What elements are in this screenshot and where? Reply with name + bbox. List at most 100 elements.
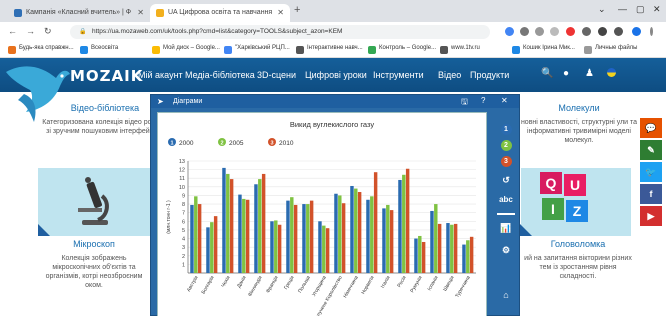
back-button[interactable]: ← bbox=[8, 26, 17, 36]
labels-toggle-button[interactable]: abc bbox=[496, 195, 516, 209]
toggle-series-1-button[interactable]: 1 bbox=[496, 123, 516, 137]
chart-type-button[interactable]: 📊 bbox=[496, 223, 516, 237]
browser-menu-icon[interactable] bbox=[650, 27, 653, 36]
y-tick-label: 2 bbox=[182, 254, 185, 260]
card-molecules[interactable]: Молекули новні властивості, структурні у… bbox=[520, 104, 638, 145]
x-tick-label: Греція bbox=[283, 275, 296, 291]
forward-button[interactable]: → bbox=[26, 26, 35, 36]
youtube-button[interactable]: ▶ bbox=[640, 206, 662, 226]
bar-2005 bbox=[354, 188, 358, 273]
star-icon[interactable] bbox=[550, 27, 559, 36]
search-icon[interactable]: 🔍 bbox=[541, 68, 553, 79]
bar-2005 bbox=[434, 204, 438, 273]
bookmark-item[interactable]: Личные файлы bbox=[584, 45, 637, 54]
bookmark-item[interactable]: Контроль – Google... bbox=[368, 45, 436, 54]
dialog-titlebar[interactable]: ➤ Діаграми 🖫 ? ✕ bbox=[151, 95, 519, 108]
reload-button[interactable]: ↻ bbox=[44, 26, 52, 37]
x-tick-label: Німеччина bbox=[342, 275, 359, 299]
x-tick-label: Італія bbox=[380, 275, 392, 290]
bookmark-item[interactable]: Інтерактивне навч... bbox=[296, 45, 363, 54]
chat-icon[interactable]: ● bbox=[563, 68, 569, 79]
translate-extension-icon[interactable] bbox=[520, 27, 529, 36]
bar-2010 bbox=[421, 241, 426, 273]
help-icon[interactable]: ? bbox=[481, 96, 485, 105]
bar-2010 bbox=[373, 172, 378, 273]
browser-tab-strip: Кампанія «Класний вчитель» | Ф ✕ UA Цифр… bbox=[0, 0, 666, 22]
profile-avatar[interactable] bbox=[632, 27, 641, 36]
close-tab-icon[interactable]: ✕ bbox=[137, 8, 144, 17]
x-tick-label: Австрія bbox=[186, 275, 200, 293]
card-puzzle[interactable]: Головоломка ий на запитання вікторини рі… bbox=[522, 240, 634, 281]
bar-chart: Викид вуглекислого газу1 2000 2 2005 3 201012… bbox=[166, 120, 476, 316]
bar-2005 bbox=[210, 222, 214, 273]
bookmark-item[interactable]: Кошик Ірина Мик... bbox=[512, 45, 575, 54]
quiz-logo: Q U I Z bbox=[540, 172, 588, 230]
twitter-button[interactable]: 🐦 bbox=[640, 162, 662, 182]
bar-2005 bbox=[466, 240, 470, 273]
new-tab-button[interactable]: + bbox=[294, 4, 300, 16]
browser-tab-2[interactable]: UA Цифрова освіта та навчання ✕ bbox=[150, 4, 290, 22]
bar-2005 bbox=[306, 204, 310, 273]
bookmark-item[interactable]: "Харківський РЦП... bbox=[224, 45, 290, 54]
bar-2000 bbox=[270, 221, 274, 273]
toggle-series-2-button[interactable]: 2 bbox=[496, 139, 516, 153]
google-extension-icon[interactable] bbox=[505, 27, 514, 36]
bookmark-favicon-icon bbox=[512, 46, 520, 54]
legend-marker-number: 1 bbox=[170, 141, 173, 147]
browser-tab-1[interactable]: Кампанія «Класний вчитель» | Ф ✕ bbox=[8, 4, 150, 22]
close-tab-icon[interactable]: ✕ bbox=[277, 8, 284, 17]
chart-area: Викид вуглекислого газу 1 2000 2 2005 3 2010 1 2… bbox=[157, 112, 487, 316]
share-icon[interactable] bbox=[535, 27, 544, 36]
minimize-button[interactable]: — bbox=[618, 4, 627, 14]
toggle-series-3-button[interactable]: 3 bbox=[496, 155, 516, 169]
home-button[interactable]: ⌂ bbox=[496, 290, 516, 304]
extension-icon[interactable] bbox=[582, 27, 591, 36]
save-icon[interactable]: 🖫 bbox=[461, 96, 468, 110]
opera-extension-icon[interactable] bbox=[566, 27, 575, 36]
url-field[interactable]: 🔒 https://ua.mozaweb.com/uk/tools.php?cm… bbox=[70, 25, 490, 39]
user-icon[interactable]: ♟ bbox=[585, 68, 594, 79]
bar-2010 bbox=[213, 216, 218, 273]
menu-digital-lessons[interactable]: Цифрові уроки bbox=[305, 70, 367, 80]
quiz-letter-q: Q bbox=[540, 172, 562, 194]
facebook-button[interactable]: f bbox=[640, 184, 662, 204]
sidebar-icon[interactable] bbox=[614, 27, 623, 36]
bar-2000 bbox=[446, 223, 450, 273]
url-text: https://ua.mozaweb.com/uk/tools.php?cmd=… bbox=[92, 28, 343, 35]
language-flag-icon[interactable] bbox=[607, 68, 616, 80]
lock-icon: 🔒 bbox=[79, 29, 87, 35]
x-tick-label: Росія bbox=[396, 275, 407, 289]
menu-video[interactable]: Відео bbox=[438, 70, 461, 80]
site-logo[interactable]: MOZAIK bbox=[70, 67, 143, 85]
edit-button[interactable]: ✎ bbox=[640, 140, 662, 160]
menu-3d-scenes[interactable]: 3D-сцени bbox=[257, 70, 296, 80]
bar-2000 bbox=[414, 238, 418, 273]
bookmark-item[interactable]: Мой диск – Google... bbox=[152, 45, 220, 54]
bookmark-item[interactable]: www.1tv.ru bbox=[440, 45, 480, 54]
settings-button[interactable]: ⚙ bbox=[496, 245, 516, 259]
x-tick-label: Румунія bbox=[409, 275, 424, 294]
menu-products[interactable]: Продукти bbox=[470, 70, 509, 80]
maximize-button[interactable]: ▢ bbox=[636, 4, 645, 15]
card-microscope[interactable]: Мікроскоп Колекція зображень мікроскопіч… bbox=[38, 240, 150, 290]
reset-button[interactable]: ↺ bbox=[496, 175, 516, 189]
menu-tools[interactable]: Інструменти bbox=[373, 70, 424, 80]
bar-2005 bbox=[258, 179, 262, 273]
menu-my-account[interactable]: Мій акаунт bbox=[138, 70, 183, 80]
bookmark-item[interactable]: Всеосвіта bbox=[80, 45, 118, 54]
tab-search-icon[interactable]: ⌄ bbox=[598, 4, 606, 15]
feedback-button[interactable]: 💬 bbox=[640, 118, 662, 138]
bookmark-item[interactable]: Будь-яка справжн... bbox=[8, 45, 74, 54]
puzzle-extensions-icon[interactable] bbox=[598, 27, 607, 36]
bar-2010 bbox=[389, 210, 394, 273]
close-window-button[interactable]: ✕ bbox=[653, 4, 661, 15]
bookmark-label: Мой диск – Google... bbox=[163, 45, 220, 51]
bar-2005 bbox=[322, 225, 326, 273]
menu-media-library[interactable]: Медіа-бібліотека bbox=[185, 70, 255, 80]
page-content: MOZAIK Мій акаунт Медіа-бібліотека 3D-сц… bbox=[0, 58, 666, 316]
x-tick-label: Швеція bbox=[442, 275, 456, 293]
corner-arrow-icon bbox=[38, 224, 50, 236]
bookmark-favicon-icon bbox=[296, 46, 304, 54]
legend-label: 2005 bbox=[229, 140, 244, 147]
bar-2000 bbox=[334, 193, 338, 273]
